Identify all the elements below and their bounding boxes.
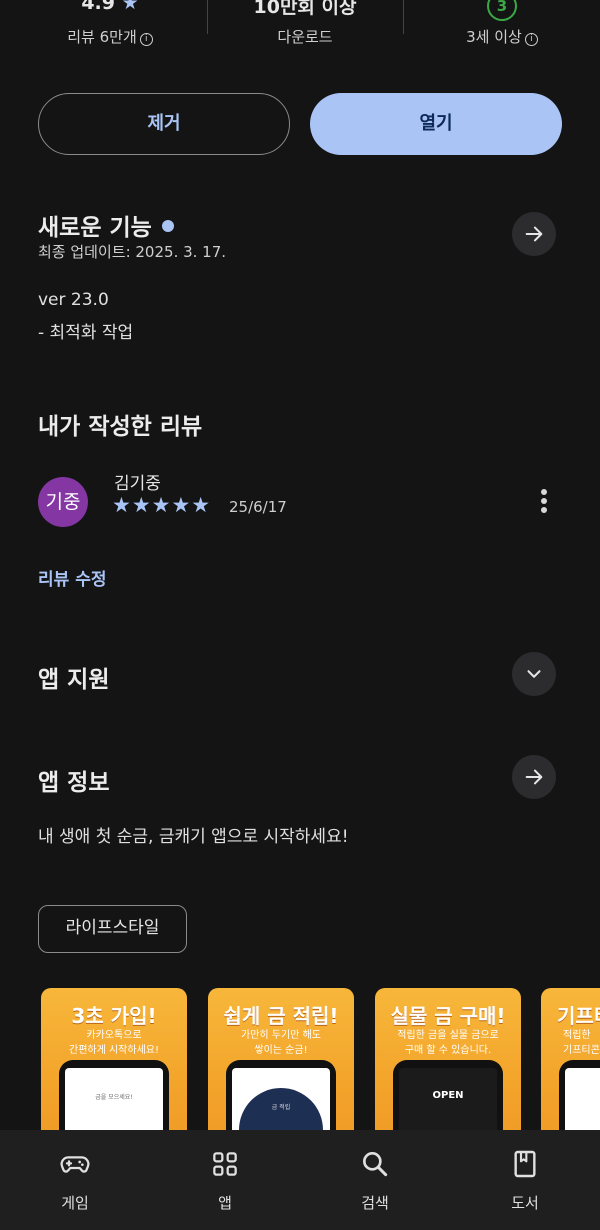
screenshot-carousel[interactable]: 3초 가입! 카카오톡으로 간편하게 시작하세요! 금을 모으세요! 쉽게 금 적…	[0, 988, 600, 1133]
edit-review-link[interactable]: 리뷰 수정	[38, 565, 106, 590]
review-date: 25/6/17	[229, 498, 287, 516]
star-icon: ★	[121, 0, 139, 14]
info-icon: i	[139, 33, 153, 46]
chevron-down-icon	[527, 670, 541, 678]
my-review-title: 내가 작성한 리뷰	[38, 414, 203, 440]
new-indicator-dot	[161, 220, 174, 232]
search-icon	[363, 1152, 388, 1177]
age-rating-badge: 3	[487, 0, 517, 21]
nav-item-search[interactable]: 검색	[335, 1148, 415, 1213]
whats-new-arrow-button[interactable]	[512, 212, 556, 256]
update-note: - 최적화 작업	[38, 323, 134, 343]
bottom-navigation: 게임 앱 검색 도서	[0, 1130, 600, 1230]
reviewer-name: 김기중	[114, 474, 161, 494]
app-info-title[interactable]: 앱 정보	[38, 763, 110, 797]
screenshot-title: 쉽게 금 적립!	[223, 1004, 339, 1028]
rating-value: 4.9	[81, 0, 115, 14]
phone-mockup: 금을 모으세요!	[59, 1060, 169, 1133]
phone-mockup	[559, 1060, 600, 1133]
nav-label: 도서	[511, 1194, 539, 1212]
category-chip[interactable]: 라이프스타일	[38, 905, 187, 953]
app-stats-row: 4.9 ★ 리뷰 6만개 i 10만회 이상 다운로드 3 3세 이상 i	[0, 0, 600, 60]
phone-screen-text: 금을 모으세요!	[95, 1094, 133, 1101]
open-button[interactable]: 열기	[310, 93, 562, 155]
arrow-right-icon	[525, 769, 543, 785]
nav-item-apps[interactable]: 앱	[185, 1148, 265, 1213]
nav-label: 앱	[218, 1194, 232, 1212]
star-rating: ★★★★★	[112, 493, 212, 517]
arrow-right-icon	[525, 226, 543, 242]
nav-item-games[interactable]: 게임	[35, 1148, 115, 1213]
screenshot-card[interactable]: 실물 금 구매! 적립한 금을 실물 금으로 구매 할 수 있습니다. OPEN	[375, 988, 521, 1133]
book-icon	[514, 1150, 536, 1178]
screenshot-card[interactable]: 기프티 적립한기프티콘	[541, 988, 600, 1133]
age-rating-label: 3세 이상	[466, 28, 522, 46]
app-info-arrow-button[interactable]	[512, 755, 556, 799]
screenshot-caption: 적립한 금을 실물 금으로 구매 할 수 있습니다.	[397, 1030, 499, 1056]
screenshot-caption: 카카오톡으로 간편하게 시작하세요!	[69, 1030, 159, 1056]
whats-new-title: 새로운 기능	[38, 215, 152, 241]
nav-item-books[interactable]: 도서	[485, 1148, 565, 1213]
screenshot-caption: 적립한 기프티콘	[563, 1030, 600, 1056]
phone-screen-text: OPEN	[432, 1090, 464, 1101]
version-text: ver 23.0	[38, 290, 109, 310]
info-icon: i	[524, 33, 538, 46]
avatar: 기중	[38, 477, 88, 527]
nav-label: 검색	[361, 1194, 389, 1212]
app-description: 내 생애 첫 순금, 금캐기 앱으로 시작하세요!	[38, 827, 349, 847]
app-support-title[interactable]: 앱 지원	[38, 660, 110, 694]
screenshot-card[interactable]: 쉽게 금 적립! 가만히 두기만 해도 쌓이는 순금! 금 적립	[208, 988, 354, 1133]
gamepad-icon	[60, 1156, 90, 1173]
phone-screen-text: 금 적립	[271, 1104, 291, 1111]
downloads-value: 10만회 이상	[253, 0, 357, 18]
screenshot-caption: 가만히 두기만 해도 쌓이는 순금!	[241, 1030, 321, 1056]
screenshot-title: 3초 가입!	[71, 1004, 157, 1028]
phone-mockup: OPEN	[393, 1060, 503, 1133]
screenshot-card[interactable]: 3초 가입! 카카오톡으로 간편하게 시작하세요! 금을 모으세요!	[41, 988, 187, 1133]
nav-label: 게임	[61, 1194, 89, 1212]
last-updated: 최종 업데이트: 2025. 3. 17.	[38, 243, 227, 261]
more-options-icon[interactable]	[536, 489, 552, 517]
screenshot-title: 기프티	[557, 1004, 600, 1028]
screenshot-title: 실물 금 구매!	[390, 1004, 506, 1028]
downloads-label: 다운로드	[277, 28, 333, 46]
apps-grid-icon	[213, 1152, 237, 1176]
whats-new-header[interactable]: 새로운 기능	[38, 208, 174, 242]
rating-count: 리뷰 6만개	[67, 28, 137, 46]
phone-mockup: 금 적립	[226, 1060, 336, 1133]
uninstall-button[interactable]: 제거	[38, 93, 290, 155]
app-support-expand-button[interactable]	[512, 652, 556, 696]
